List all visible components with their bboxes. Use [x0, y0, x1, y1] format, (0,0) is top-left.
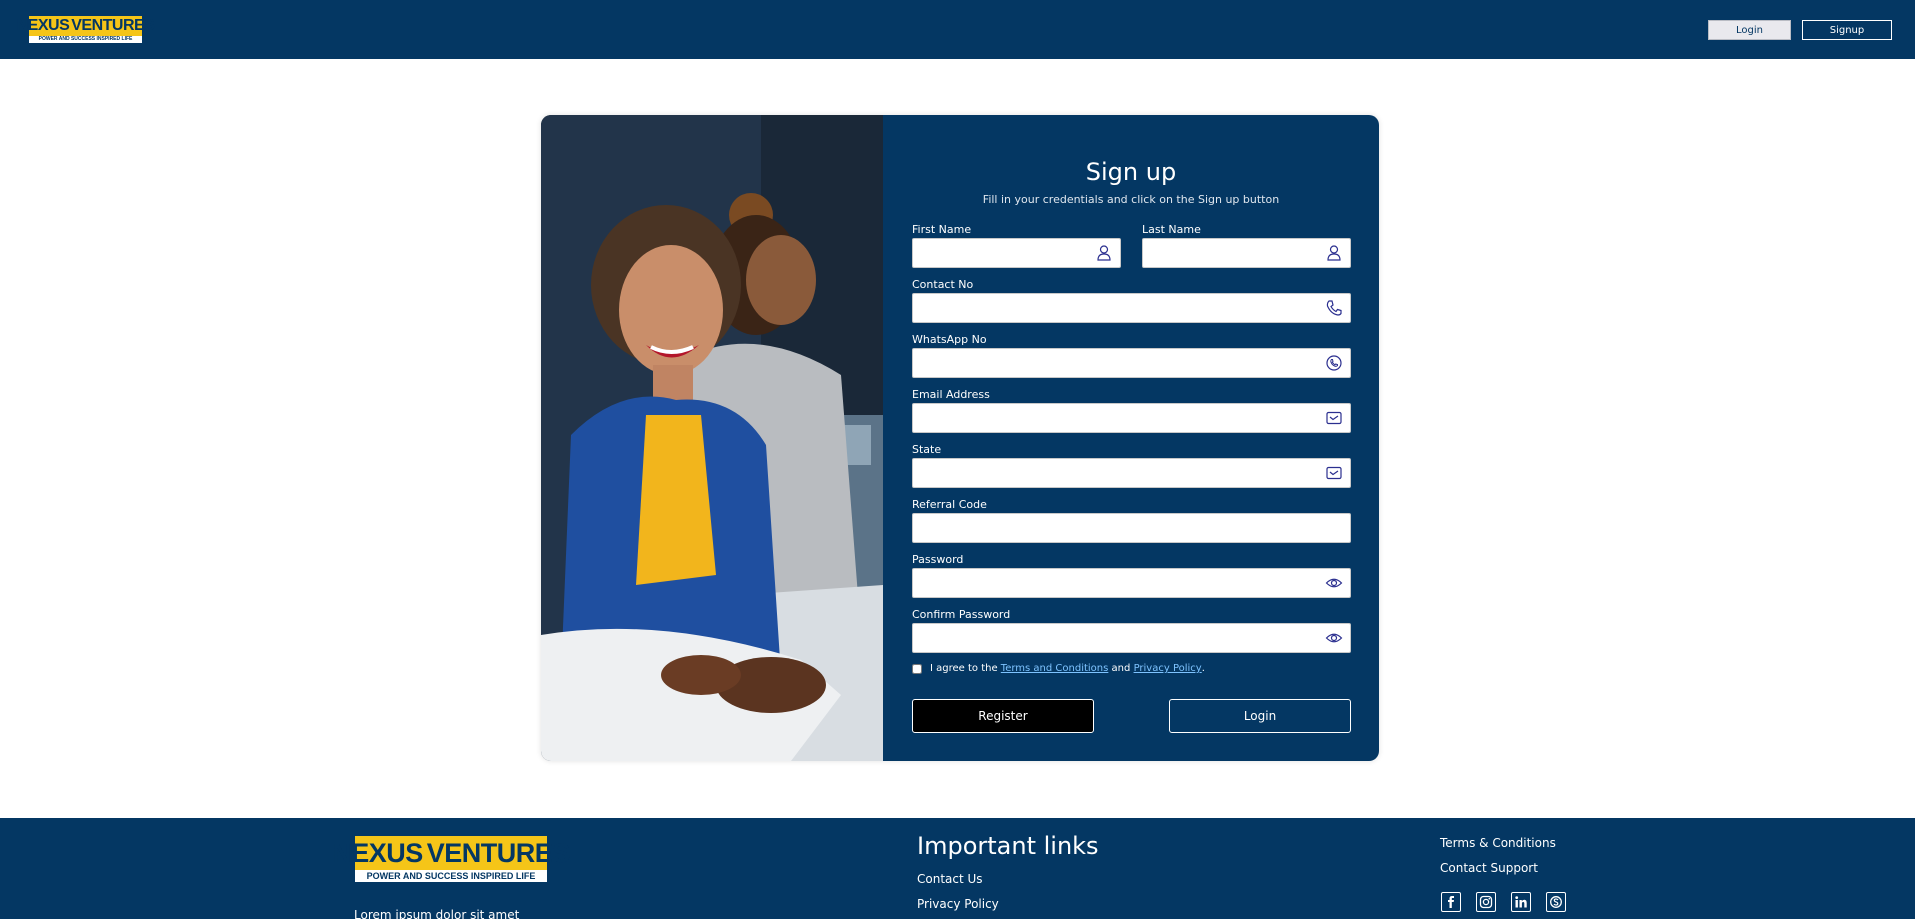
user-icon	[1097, 245, 1111, 261]
office-photo	[541, 115, 883, 761]
register-button[interactable]: Register	[912, 699, 1094, 733]
terms-conditions-link[interactable]: Terms & Conditions	[1440, 836, 1556, 850]
state-group: State	[912, 443, 1351, 488]
top-navbar: NEXUS VENTURES POWER AND SUCCESS INSPIRED…	[0, 0, 1915, 59]
phone-icon	[1326, 300, 1342, 316]
first-name-group: First Name	[912, 223, 1121, 268]
mail-icon	[1326, 411, 1342, 425]
logo-word-left: NEXUS	[16, 17, 70, 34]
referral-input[interactable]	[913, 514, 1350, 542]
logo-word-right: VENTURES	[426, 837, 571, 868]
footer: NEXUS VENTURES POWER AND SUCCESS INSPIRED…	[0, 818, 1915, 922]
eye-icon[interactable]	[1325, 574, 1343, 592]
first-name-input[interactable]	[913, 239, 1120, 267]
last-name-label: Last Name	[1142, 223, 1201, 236]
email-input[interactable]	[913, 404, 1350, 432]
whatsapp-label: WhatsApp No	[912, 333, 987, 346]
state-input[interactable]	[913, 459, 1350, 487]
password-label: Password	[912, 553, 964, 566]
terms-link[interactable]: Terms and Conditions	[1001, 663, 1109, 674]
instagram-icon[interactable]	[1476, 892, 1496, 912]
confirm-password-input[interactable]	[913, 624, 1350, 652]
privacy-policy-link[interactable]: Privacy Policy	[917, 897, 999, 911]
state-label: State	[912, 443, 942, 456]
agree-suffix: .	[1201, 663, 1205, 674]
header-signup-button[interactable]: Signup	[1802, 20, 1892, 40]
referral-label: Referral Code	[912, 498, 987, 511]
logo-word-right: VENTURES	[71, 17, 155, 34]
form-subtitle: Fill in your credentials and click on th…	[982, 193, 1280, 206]
privacy-link[interactable]: Privacy Policy	[1134, 663, 1202, 674]
office-photo-illustration	[541, 115, 883, 761]
footer-description: Lorem ipsum dolor sit amet	[354, 908, 520, 922]
logo-tagline: POWER AND SUCCESS INSPIRED LIFE	[355, 870, 547, 882]
important-links-title: Important links	[917, 832, 1099, 860]
mail-icon	[1326, 466, 1342, 480]
agree-prefix: I agree to the	[930, 663, 998, 674]
contact-us-link[interactable]: Contact Us	[917, 872, 983, 886]
confirm-password-label: Confirm Password	[912, 608, 1011, 621]
contact-support-link[interactable]: Contact Support	[1440, 861, 1538, 875]
contact-input[interactable]	[913, 294, 1350, 322]
agree-checkbox[interactable]	[912, 663, 922, 674]
confirm-password-group: Confirm Password	[912, 608, 1351, 653]
email-label: Email Address	[912, 388, 990, 401]
terms-agreement: I agree to the Terms and Conditions and …	[912, 663, 1205, 674]
contact-group: Contact No	[912, 278, 1351, 323]
whatsapp-icon	[1326, 355, 1342, 371]
eye-icon[interactable]	[1325, 629, 1343, 647]
user-icon	[1327, 245, 1341, 261]
password-input[interactable]	[913, 569, 1350, 597]
brand-logo[interactable]: NEXUS VENTURES POWER AND SUCCESS INSPIRED…	[17, 16, 155, 43]
login-button[interactable]: Login	[1169, 699, 1351, 733]
linkedin-icon[interactable]	[1511, 892, 1531, 912]
signup-card: Sign up Fill in your credentials and cli…	[541, 115, 1379, 761]
logo-word-left: NEXUS	[332, 837, 423, 868]
first-name-label: First Name	[912, 223, 972, 236]
whatsapp-group: WhatsApp No	[912, 333, 1351, 378]
last-name-group: Last Name	[1142, 223, 1351, 268]
footer-logo[interactable]: NEXUS VENTURES POWER AND SUCCESS INSPIRED…	[332, 836, 570, 882]
logo-tagline: POWER AND SUCCESS INSPIRED LIFE	[29, 36, 142, 43]
email-group: Email Address	[912, 388, 1351, 433]
contact-label: Contact No	[912, 278, 974, 291]
password-group: Password	[912, 553, 1351, 598]
whatsapp-input[interactable]	[913, 349, 1350, 377]
form-title: Sign up	[1085, 158, 1177, 186]
skype-icon[interactable]	[1546, 892, 1566, 912]
referral-group: Referral Code	[912, 498, 1351, 543]
last-name-input[interactable]	[1143, 239, 1350, 267]
header-login-button[interactable]: Login	[1708, 20, 1791, 40]
agree-and: and	[1111, 663, 1131, 674]
signup-form: Sign up Fill in your credentials and cli…	[883, 115, 1379, 761]
facebook-icon[interactable]	[1441, 892, 1461, 912]
